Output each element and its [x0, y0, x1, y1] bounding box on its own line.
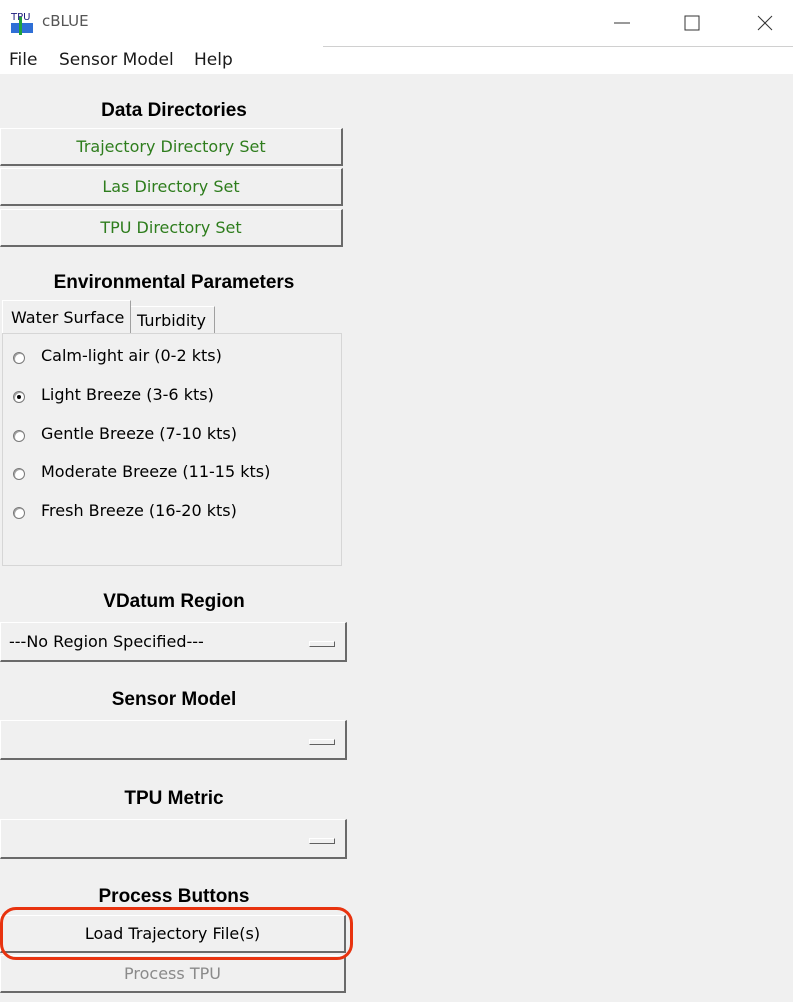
menu-sensor-model[interactable]: Sensor Model [59, 50, 174, 70]
tab-turbidity[interactable]: Turbidity [131, 306, 215, 334]
radio-button[interactable] [13, 352, 25, 364]
tpu-directory-button[interactable]: TPU Directory Set [0, 209, 343, 247]
menu-file[interactable]: File [9, 50, 37, 70]
radio-label: Moderate Breeze (11-15 kts) [41, 462, 271, 481]
vdatum-region-value: ---No Region Specified--- [9, 632, 204, 651]
close-icon [757, 15, 773, 31]
radio-label: Fresh Breeze (16-20 kts) [41, 501, 237, 520]
sensor-model-heading: Sensor Model [111, 689, 237, 710]
sensor-model-dropdown[interactable] [0, 720, 347, 760]
radio-button[interactable] [13, 430, 25, 442]
las-directory-button[interactable]: Las Directory Set [0, 168, 343, 206]
minimize-button[interactable] [594, 0, 650, 44]
vdatum-region-dropdown[interactable]: ---No Region Specified--- [0, 622, 347, 662]
radio-label: Calm-light air (0-2 kts) [41, 346, 222, 365]
trajectory-directory-button[interactable]: Trajectory Directory Set [0, 128, 343, 166]
window-title: cBLUE [42, 12, 89, 30]
radio-button[interactable] [13, 468, 25, 480]
minimize-icon [614, 22, 630, 24]
svg-text:TPU: TPU [10, 12, 30, 23]
maximize-button[interactable] [664, 0, 720, 44]
menu-divider [323, 46, 793, 47]
process-tpu-button[interactable]: Process TPU [0, 955, 346, 993]
tab-water-surface[interactable]: Water Surface [2, 300, 131, 334]
load-trajectory-button[interactable]: Load Trajectory File(s) [0, 915, 346, 953]
data-directories-heading: Data Directories [101, 100, 247, 121]
water-surface-panel: Calm-light air (0-2 kts) Light Breeze (3… [2, 333, 342, 566]
dropdown-indicator-icon [309, 641, 335, 647]
tpu-metric-dropdown[interactable] [0, 819, 347, 859]
radio-label: Gentle Breeze (7-10 kts) [41, 424, 238, 443]
radio-button-selected[interactable] [13, 391, 25, 403]
tpu-app-icon: TPU [9, 9, 35, 35]
vdatum-region-heading: VDatum Region [103, 591, 245, 612]
radio-button[interactable] [13, 507, 25, 519]
title-bar: TPU cBLUE [0, 0, 793, 46]
radio-label: Light Breeze (3-6 kts) [41, 385, 214, 404]
maximize-icon [684, 15, 700, 31]
radio-selected-dot [17, 395, 21, 399]
process-buttons-heading: Process Buttons [98, 886, 250, 907]
tpu-metric-heading: TPU Metric [124, 788, 224, 809]
dropdown-indicator-icon [309, 838, 335, 844]
dropdown-indicator-icon [309, 739, 335, 745]
close-button[interactable] [737, 0, 793, 44]
menu-help[interactable]: Help [194, 50, 233, 70]
environmental-parameters-heading: Environmental Parameters [53, 272, 295, 293]
